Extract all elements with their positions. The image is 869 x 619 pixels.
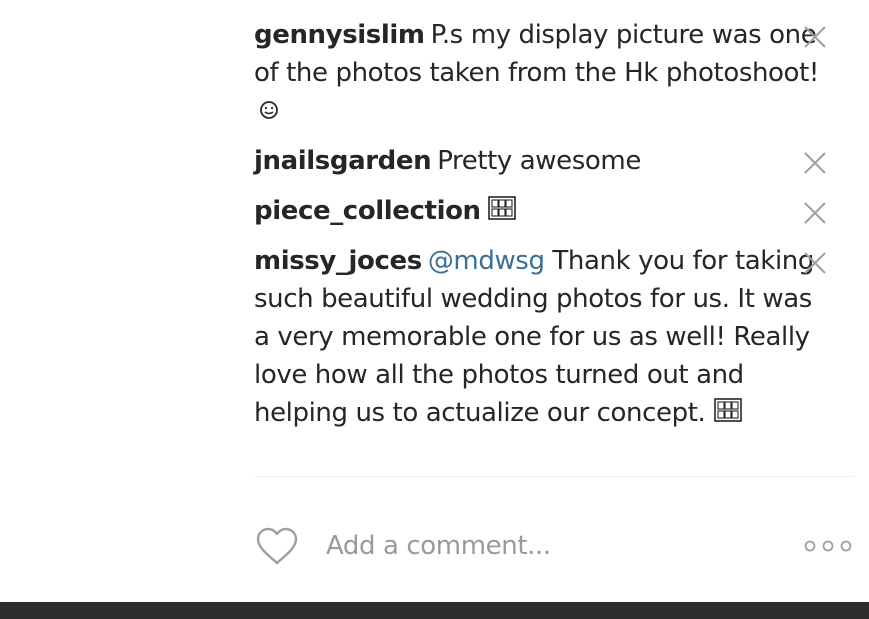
delete-comment-icon[interactable] xyxy=(802,24,828,50)
comment-composer xyxy=(254,520,854,572)
comment-username[interactable]: missy_joces xyxy=(254,246,422,276)
comment-item: missy_joces @mdwsg Thank you for taking s… xyxy=(254,242,826,432)
comment-body: gennysislim P.s my display picture was on… xyxy=(254,16,820,130)
delete-comment-icon[interactable] xyxy=(802,250,828,276)
comment-item: piece_collection xyxy=(254,192,826,230)
comment-username[interactable]: piece_collection xyxy=(254,196,481,226)
more-options-icon[interactable] xyxy=(802,534,854,558)
comment-mention-link[interactable]: @mdwsg xyxy=(428,246,545,276)
comment-text: Pretty awesome xyxy=(437,146,641,176)
comment-item: jnailsgarden Pretty awesome xyxy=(254,142,826,180)
comment-item: gennysislim P.s my display picture was on… xyxy=(254,16,826,130)
heart-icon[interactable] xyxy=(254,524,300,568)
comment-body: missy_joces @mdwsg Thank you for taking s… xyxy=(254,242,820,432)
smiley-icon xyxy=(260,101,278,119)
comment-list: gennysislim P.s my display picture was on… xyxy=(254,16,854,444)
comment-username[interactable]: gennysislim xyxy=(254,20,425,50)
comment-username[interactable]: jnailsgarden xyxy=(254,146,432,176)
delete-comment-icon[interactable] xyxy=(802,150,828,176)
window-bottom-edge xyxy=(0,602,869,619)
post-comments-panel: gennysislim P.s my display picture was on… xyxy=(0,0,869,619)
delete-comment-icon[interactable] xyxy=(802,200,828,226)
comment-body: jnailsgarden Pretty awesome xyxy=(254,142,820,180)
missing-emoji-glyph-icon xyxy=(487,196,516,220)
add-comment-input[interactable] xyxy=(326,526,766,566)
missing-emoji-glyph-icon xyxy=(714,398,743,422)
section-divider xyxy=(254,476,854,477)
comment-body: piece_collection xyxy=(254,192,820,230)
